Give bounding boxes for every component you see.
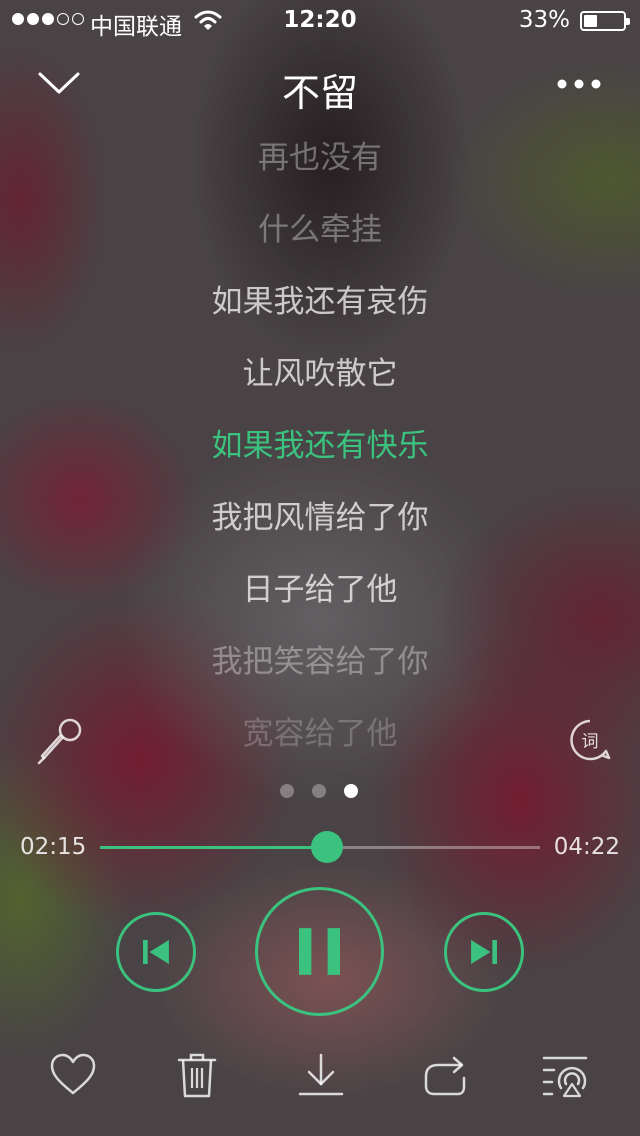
previous-button[interactable] [116,912,196,992]
pause-button[interactable] [255,887,384,1016]
elapsed-time: 02:15 [20,834,87,860]
more-dots-icon [557,79,601,89]
download-icon [298,1053,344,1096]
lyric-line: 宽容给了他 [242,716,398,752]
lyric-line: 如果我还有哀伤 [211,284,429,320]
lyric-line: 让风吹散它 [242,356,398,392]
lyrics-ci-icon: 词 [570,719,611,761]
collapse-button[interactable] [34,62,84,102]
lyrics-panel[interactable]: 再也没有 什么牵挂 如果我还有哀伤 让风吹散它 如果我还有快乐 我把风情给了你 … [0,122,640,762]
battery-icon [580,11,630,31]
page-indicator [280,784,360,800]
song-title: 不留 [281,71,358,115]
next-icon [471,939,497,965]
heart-icon [50,1053,96,1095]
lyric-line: 我把笑容给了你 [211,644,429,680]
chevron-down-icon [38,72,80,94]
lyric-line: 再也没有 [258,140,382,176]
signal-strength-icon [12,13,84,25]
previous-icon [143,939,169,965]
wifi-icon [194,9,222,37]
page-dot[interactable] [312,784,326,798]
microphone-icon [37,718,82,765]
playlist-airplay-icon [542,1056,588,1098]
battery-level [584,15,597,27]
favorite-button[interactable] [48,1050,98,1100]
sing-along-button[interactable] [34,714,86,766]
next-button[interactable] [444,912,524,992]
page-dot[interactable] [280,784,294,798]
trash-icon [177,1053,217,1098]
carrier-name: 中国联通 [90,14,182,40]
total-time: 04:22 [553,834,620,860]
delete-button[interactable] [172,1050,222,1100]
share-icon [424,1056,466,1096]
progress-fill [100,846,327,849]
progress-thumb[interactable] [310,831,343,863]
lyric-line: 什么牵挂 [258,212,382,248]
share-button[interactable] [420,1050,470,1100]
playlist-airplay-button[interactable] [540,1050,590,1100]
lyrics-toggle-button[interactable]: 词 [568,718,612,762]
download-button[interactable] [296,1050,346,1100]
lyric-line: 我把风情给了你 [211,500,429,536]
status-time: 12:20 [283,7,357,33]
lyric-line: 日子给了他 [242,572,398,608]
page-dot-active[interactable] [344,784,358,798]
svg-text:词: 词 [582,732,599,752]
lyric-line-current: 如果我还有快乐 [211,428,429,464]
status-bar: 中国联通 12:20 33% [0,0,640,40]
progress-slider[interactable] [100,831,540,863]
pause-icon [299,928,340,975]
more-button[interactable] [554,70,604,100]
battery-percent: 33% [518,7,570,33]
